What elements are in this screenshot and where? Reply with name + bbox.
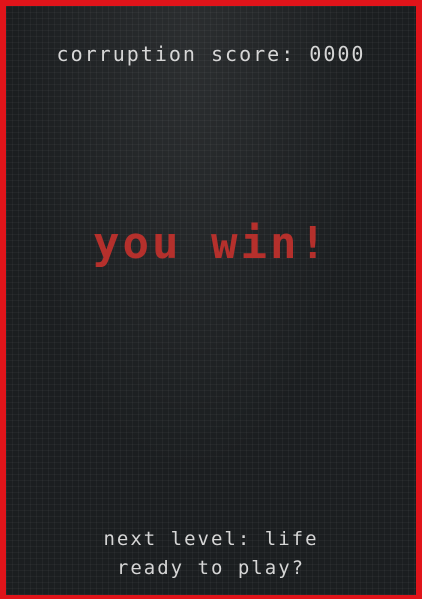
ready-to-play-prompt[interactable]: ready to play? [6,554,416,583]
footer-panel: next level: life ready to play? [6,525,416,583]
win-message: you win! [93,218,329,269]
next-level-label: next level: life [103,528,319,550]
game-screen: corruption score: 0000 you win! next lev… [0,0,422,599]
corruption-score: corruption score: 0000 [56,42,366,66]
